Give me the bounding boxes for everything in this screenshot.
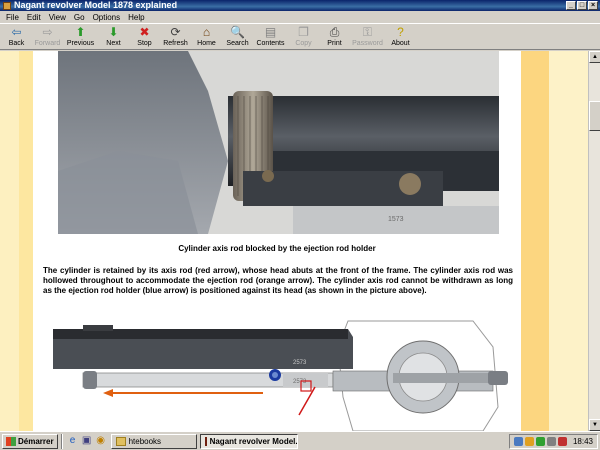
margin-strip: [19, 51, 33, 431]
photo-caption: Cylinder axis rod blocked by the ejectio…: [178, 244, 376, 253]
task-htebooks[interactable]: htebooks: [110, 433, 197, 449]
system-tray: 18:43: [508, 434, 598, 449]
menu-edit[interactable]: Edit: [23, 13, 45, 22]
password-button: ⚿ Password: [350, 24, 385, 49]
page: 1573 Cylinder axis rod blocked by the ej…: [33, 51, 521, 431]
toolbar: ⇦ Back ⇨ Forward ⬆ Previous ⬇ Next ✖ Stop ⟳ Refresh…: [0, 23, 600, 50]
about-button[interactable]: ? About: [385, 24, 416, 49]
explanation-paragraph: The cylinder is retained by its axis rod…: [43, 266, 513, 295]
clock: 18:43: [572, 437, 593, 446]
margin-strip: [521, 51, 549, 431]
taskbar-separator: [60, 433, 63, 449]
toolbar-label: Back: [8, 40, 25, 47]
menu-view[interactable]: View: [45, 13, 70, 22]
media-icon[interactable]: ◉: [94, 434, 108, 448]
diagram-serial: 2573: [293, 360, 307, 366]
folder-icon: [115, 436, 126, 446]
content-area: 1573 Cylinder axis rod blocked by the ej…: [0, 51, 588, 431]
copy-icon: ❐: [298, 25, 309, 39]
start-button[interactable]: Démarrer: [2, 433, 58, 449]
window-title: Nagant revolver Model 1878 explained: [14, 0, 178, 10]
toolbar-label: Password: [352, 40, 383, 47]
search-icon: 🔍: [230, 25, 245, 39]
stop-button[interactable]: ✖ Stop: [129, 24, 160, 49]
menu-options[interactable]: Options: [89, 13, 125, 22]
refresh-button[interactable]: ⟳ Refresh: [160, 24, 191, 49]
close-button[interactable]: ×: [588, 1, 598, 10]
up-arrow-icon: ⬆: [75, 25, 86, 39]
contents-icon: ▤: [264, 25, 277, 39]
back-button[interactable]: ⇦ Back: [1, 24, 32, 49]
forward-button: ⇨ Forward: [32, 24, 63, 49]
antivirus-icon[interactable]: [535, 437, 545, 446]
toolbar-label: Stop: [137, 40, 152, 47]
previous-button[interactable]: ⬆ Previous: [63, 24, 98, 49]
vertical-scrollbar[interactable]: ▲ ▼: [588, 51, 600, 431]
app-icon: [3, 1, 11, 10]
diagram-serial: 2573: [293, 379, 307, 385]
revolver-photo: 1573: [58, 51, 499, 234]
task-nagant-ebook[interactable]: Nagant revolver Model...: [199, 433, 298, 449]
toolbar-label: Forward: [34, 40, 61, 47]
taskbar: Démarrer e ▣ ◉ htebooks Nagant revolver …: [0, 431, 600, 450]
toolbar-label: Next: [106, 40, 121, 47]
margin-strip: [0, 51, 19, 431]
task-label: htebooks: [128, 436, 162, 446]
down-arrow-icon: ⬇: [108, 25, 119, 39]
security-icon[interactable]: [557, 437, 567, 446]
menu-bar: File Edit View Go Options Help: [0, 11, 600, 23]
menu-go[interactable]: Go: [70, 13, 89, 22]
back-arrow-icon: ⇦: [11, 25, 22, 39]
copy-button: ❐ Copy: [288, 24, 319, 49]
print-button[interactable]: ⎙ Print: [319, 24, 350, 49]
maximize-button[interactable]: □: [577, 1, 587, 10]
revolver-diagram: 2573 2573: [53, 317, 521, 431]
revolver-diagram-drawing: 2573 2573: [53, 320, 508, 431]
task-label: Nagant revolver Model...: [209, 436, 298, 446]
minimize-button[interactable]: _: [566, 1, 576, 10]
contents-button[interactable]: ▤ Contents: [253, 24, 288, 49]
toolbar-label: Copy: [295, 40, 312, 47]
refresh-icon: ⟳: [170, 25, 181, 39]
start-label: Démarrer: [18, 436, 54, 446]
toolbar-label: Search: [226, 40, 249, 47]
search-button[interactable]: 🔍 Search: [222, 24, 253, 49]
menu-help[interactable]: Help: [124, 13, 148, 22]
stop-icon: ✖: [139, 25, 150, 39]
home-icon: ⌂: [202, 25, 211, 39]
key-icon: ⚿: [362, 25, 373, 39]
update-icon[interactable]: [524, 437, 534, 446]
margin-strip: [549, 51, 588, 431]
scroll-thumb[interactable]: [589, 101, 600, 131]
menu-file[interactable]: File: [2, 13, 23, 22]
toolbar-label: About: [391, 40, 410, 47]
revolver-photo-drawing: 1573: [58, 51, 499, 234]
network-icon[interactable]: [513, 437, 523, 446]
toolbar-label: Refresh: [163, 40, 188, 47]
forward-arrow-icon: ⇨: [42, 25, 53, 39]
toolbar-label: Print: [327, 40, 342, 47]
home-button[interactable]: ⌂ Home: [191, 24, 222, 49]
scroll-up-button[interactable]: ▲: [589, 51, 600, 63]
about-icon: ?: [397, 25, 404, 39]
ebook-icon: [204, 436, 207, 446]
toolbar-label: Previous: [66, 40, 95, 47]
internet-explorer-icon[interactable]: e: [66, 434, 80, 448]
photo-serial: 1573: [388, 216, 404, 223]
toolbar-label: Contents: [256, 40, 285, 47]
title-bar: Nagant revolver Model 1878 explained _ □…: [0, 0, 600, 11]
toolbar-label: Home: [197, 40, 216, 47]
print-icon: ⎙: [329, 25, 340, 39]
desktop-icon[interactable]: ▣: [80, 434, 94, 448]
volume-icon[interactable]: [546, 437, 556, 446]
scroll-down-button[interactable]: ▼: [589, 419, 600, 431]
next-button[interactable]: ⬇ Next: [98, 24, 129, 49]
windows-logo-icon: [6, 436, 16, 446]
